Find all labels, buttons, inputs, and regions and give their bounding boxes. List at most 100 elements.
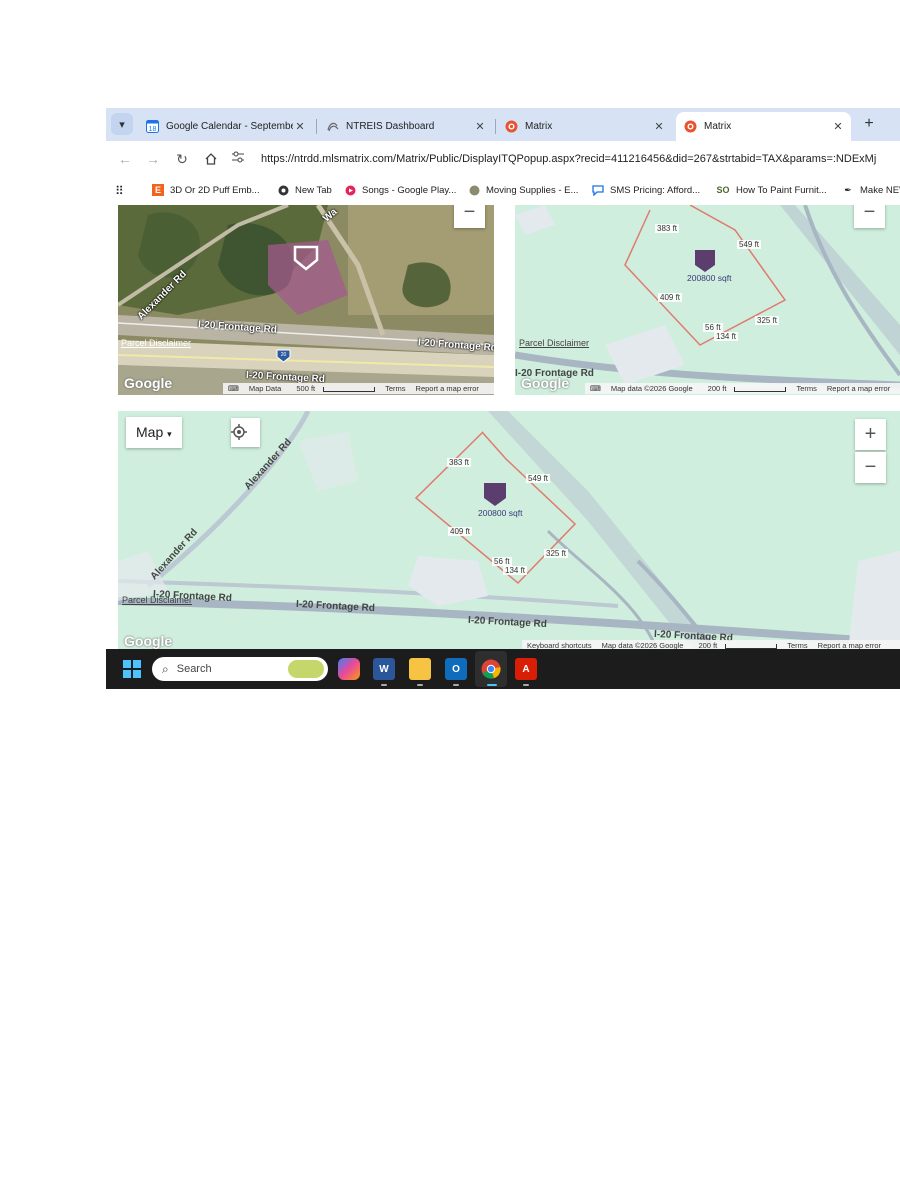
chat-icon <box>592 184 604 196</box>
close-icon[interactable]: ✕ <box>652 120 666 133</box>
bookmark-item[interactable]: ✒ Make NEW <box>842 184 900 196</box>
bookmark-item[interactable]: E 3D Or 2D Puff Emb... <box>152 184 260 196</box>
parcel-area-label: 200800 sqft <box>478 508 523 518</box>
running-indicator <box>453 684 459 686</box>
new-tab-button[interactable]: + <box>858 114 880 136</box>
parcel-map-graphics <box>515 205 900 395</box>
zoom-in-button[interactable]: + <box>855 419 886 450</box>
word-icon[interactable]: W <box>373 658 395 680</box>
parcel-disclaimer-link[interactable]: Parcel Disclaimer <box>519 338 589 348</box>
tab-title: Matrix <box>704 121 732 132</box>
globe-icon <box>468 184 480 196</box>
edge-length-label: 56 ft <box>703 323 723 332</box>
bookmark-item[interactable]: SO How To Paint Furnit... <box>716 184 827 196</box>
parcel-map-small[interactable]: 383 ft 549 ft 409 ft 56 ft 134 ft 325 ft… <box>515 205 900 395</box>
windows-taskbar: ⌕ Search W O A <box>106 649 900 689</box>
map-type-label: Map <box>136 424 164 440</box>
bookmark-item[interactable]: Moving Supplies - E... <box>468 184 578 196</box>
map-data-link[interactable]: Map data ©2026 Google <box>611 384 693 393</box>
tab-strip: ▾ 18 Google Calendar - Septembe ✕ NTREIS… <box>106 108 900 141</box>
so-icon: SO <box>716 185 730 195</box>
home-button[interactable] <box>201 149 221 169</box>
edge-length-label: 325 ft <box>544 549 569 558</box>
bookmark-label: How To Paint Furnit... <box>736 184 827 196</box>
forward-button[interactable]: → <box>143 149 163 169</box>
edge-length-label: 383 ft <box>447 458 472 467</box>
home-icon <box>205 153 217 165</box>
matrix-icon <box>505 120 518 133</box>
arrow-left-icon: ← <box>118 151 132 167</box>
tab-divider <box>316 119 317 134</box>
address-bar[interactable]: https://ntrdd.mlsmatrix.com/Matrix/Publi… <box>231 145 900 172</box>
minus-icon: − <box>864 456 877 478</box>
windows-logo-icon <box>123 660 131 668</box>
close-icon[interactable]: ✕ <box>293 120 307 133</box>
start-button[interactable] <box>123 660 141 678</box>
search-icon: ⌕ <box>162 661 169 676</box>
map-type-dropdown[interactable]: Map ▾ <box>126 417 182 448</box>
apps-button[interactable]: ⠿ <box>115 184 124 198</box>
report-map-error-link[interactable]: Report a map error <box>416 384 479 393</box>
tab-title: NTREIS Dashboard <box>346 121 435 132</box>
running-indicator <box>487 684 497 686</box>
bookmark-item[interactable]: Songs - Google Play... <box>344 184 456 196</box>
tab-matrix-active[interactable]: Matrix ✕ <box>676 112 851 141</box>
edge-length-label: 409 ft <box>658 293 683 302</box>
minus-icon: − <box>463 205 476 223</box>
edge-length-label: 409 ft <box>448 527 473 536</box>
etsy-icon: E <box>152 184 164 196</box>
parcel-map-graphics <box>118 411 900 652</box>
zoom-out-button[interactable]: − <box>855 452 886 483</box>
tab-ntreis-dashboard[interactable]: NTREIS Dashboard ✕ <box>318 112 493 141</box>
running-indicator <box>417 684 423 686</box>
tab-matrix[interactable]: Matrix ✕ <box>497 112 672 141</box>
search-highlight-image <box>288 660 324 678</box>
keyboard-icon[interactable]: ⌨ <box>590 384 601 393</box>
outlook-icon[interactable]: O <box>445 658 467 680</box>
parcel-disclaimer-link[interactable]: Parcel Disclaimer <box>121 338 191 348</box>
bookmark-item[interactable]: New Tab <box>277 184 332 196</box>
file-explorer-icon[interactable] <box>409 658 431 680</box>
close-icon[interactable]: ✕ <box>831 120 845 133</box>
reload-button[interactable]: ↻ <box>172 149 192 169</box>
bookmark-label: SMS Pricing: Afford... <box>610 184 701 196</box>
parcel-disclaimer-link[interactable]: Parcel Disclaimer <box>122 595 192 605</box>
copilot-icon[interactable] <box>338 658 360 680</box>
satellite-map[interactable]: 20 Alexander Rd I-20 Frontage Rd I-20 Fr… <box>118 205 494 395</box>
caret-down-icon: ▾ <box>167 429 172 439</box>
chrome-icon[interactable] <box>480 658 502 680</box>
terms-link[interactable]: Terms <box>796 384 816 393</box>
search-placeholder: Search <box>176 663 212 675</box>
scale: 500 ft <box>291 384 376 393</box>
calendar-icon: 18 <box>146 120 159 133</box>
close-icon[interactable]: ✕ <box>473 120 487 133</box>
screenshot: ▾ 18 Google Calendar - Septembe ✕ NTREIS… <box>106 108 900 689</box>
google-logo: Google <box>521 375 570 391</box>
bookmark-label: Songs - Google Play... <box>362 184 457 196</box>
parcel-area-label: 200800 sqft <box>687 273 732 283</box>
parcel-map-large[interactable]: 383 ft 549 ft 409 ft 56 ft 134 ft 325 ft… <box>118 411 900 652</box>
map-data-link[interactable]: Map Data <box>249 384 282 393</box>
matrix-icon <box>684 120 697 133</box>
tab-google-calendar[interactable]: 18 Google Calendar - Septembe ✕ <box>138 112 313 141</box>
google-logo: Google <box>124 375 173 391</box>
taskbar-search[interactable]: ⌕ Search <box>152 657 328 681</box>
report-map-error-link[interactable]: Report a map error <box>827 384 890 393</box>
running-indicator <box>381 684 387 686</box>
bookmark-label: Moving Supplies - E... <box>486 184 579 196</box>
minus-icon: − <box>863 205 876 223</box>
zoom-out-button[interactable]: − <box>854 205 885 228</box>
zoom-out-button[interactable]: − <box>454 205 485 228</box>
my-location-button[interactable] <box>231 418 260 447</box>
acrobat-icon[interactable]: A <box>515 658 537 680</box>
back-button[interactable]: ← <box>115 149 135 169</box>
site-info-icon[interactable] <box>231 151 247 166</box>
tab-title: Google Calendar - Septembe <box>166 121 293 132</box>
tab-search-button[interactable]: ▾ <box>111 113 133 135</box>
keyboard-icon[interactable]: ⌨ <box>228 384 239 393</box>
bookmark-item[interactable]: SMS Pricing: Afford... <box>592 184 700 196</box>
edge-length-label: 134 ft <box>714 332 739 341</box>
edge-length-label: 325 ft <box>755 316 780 325</box>
terms-link[interactable]: Terms <box>385 384 405 393</box>
bookmarks-bar: ⠿ E 3D Or 2D Puff Emb... New Tab Songs -… <box>106 176 900 205</box>
